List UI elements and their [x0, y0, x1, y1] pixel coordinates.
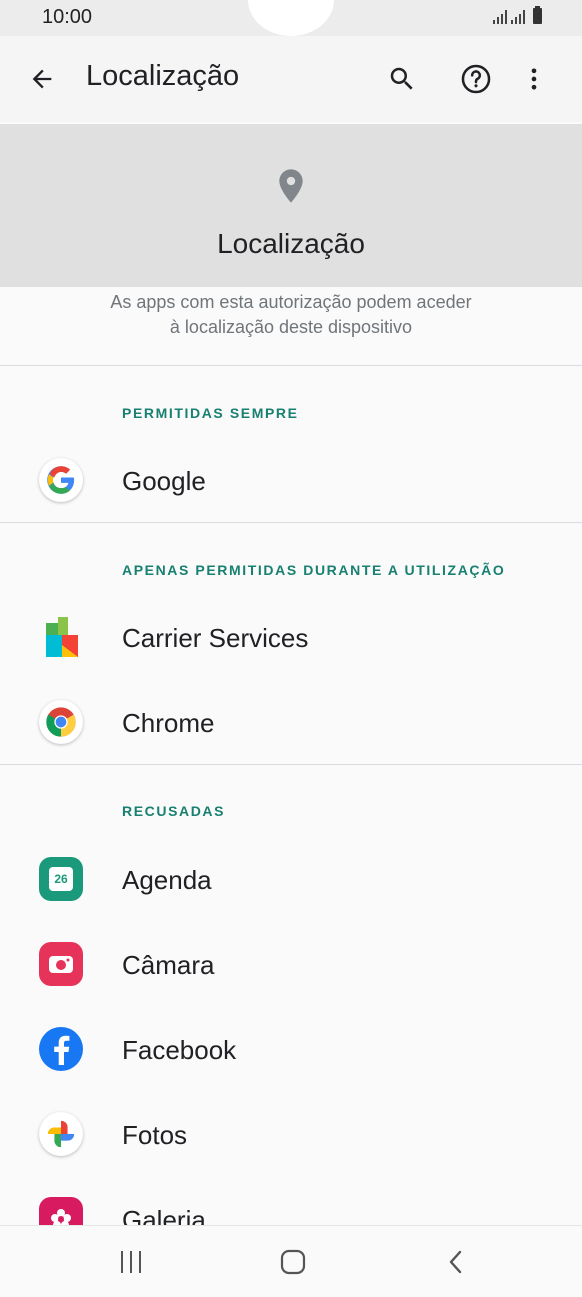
more-vert-icon	[531, 68, 537, 90]
permission-description: As apps com esta autorização podem acede…	[0, 290, 582, 340]
divider	[0, 365, 582, 366]
status-icons	[493, 6, 542, 24]
search-button[interactable]	[378, 55, 426, 103]
app-label: Agenda	[122, 865, 212, 895]
list-item-camara[interactable]: Câmara	[0, 922, 582, 1006]
calendar-icon: 26	[39, 857, 83, 901]
app-bar: Localização	[0, 36, 582, 122]
google-icon	[39, 458, 83, 502]
status-time: 10:00	[42, 6, 93, 28]
home-button[interactable]	[269, 1238, 317, 1286]
facebook-icon	[39, 1027, 83, 1071]
description-line-2: à localização deste dispositivo	[169, 317, 413, 337]
description-line-1: As apps com esta autorização podem acede…	[110, 292, 472, 312]
help-button[interactable]	[452, 55, 500, 103]
camera-icon	[39, 942, 83, 986]
nav-back-icon	[449, 1250, 462, 1274]
photos-icon	[39, 1112, 83, 1156]
app-label: Fotos	[122, 1120, 188, 1150]
battery-icon	[533, 6, 542, 24]
recents-icon	[121, 1251, 141, 1273]
signal-icon	[493, 8, 507, 24]
permission-header: Localização	[0, 124, 582, 287]
list-item-chrome[interactable]: Chrome	[0, 680, 582, 764]
calendar-badge: 26	[49, 867, 73, 891]
section-title-denied: RECUSADAS	[122, 803, 226, 819]
help-icon	[461, 64, 491, 94]
app-label: Câmara	[122, 950, 215, 980]
list-item-fotos[interactable]: Fotos	[0, 1092, 582, 1176]
arrow-left-icon	[32, 69, 52, 89]
list-item-agenda[interactable]: 26 Agenda	[0, 837, 582, 921]
carrier-services-icon	[39, 615, 83, 659]
list-item-facebook[interactable]: Facebook	[0, 1007, 582, 1091]
signal-icon	[511, 8, 525, 24]
page-title: Localização	[86, 60, 240, 92]
header-title: Localização	[217, 228, 365, 259]
recents-button[interactable]	[107, 1238, 155, 1286]
section-title-while-using: APENAS PERMITIDAS DURANTE A UTILIZAÇÃO	[122, 562, 506, 578]
app-label: Google	[122, 466, 206, 496]
app-label: Carrier Services	[122, 623, 309, 653]
divider	[0, 764, 582, 765]
section-title-always: PERMITIDAS SEMPRE	[122, 405, 299, 421]
more-options-button[interactable]	[510, 55, 558, 103]
home-icon	[280, 1249, 306, 1275]
navigation-bar	[0, 1225, 582, 1297]
app-label: Chrome	[122, 708, 215, 738]
list-item-carrier-services[interactable]: Carrier Services	[0, 595, 582, 679]
list-item-google[interactable]: Google	[0, 438, 582, 522]
chrome-icon	[39, 700, 83, 744]
divider	[0, 522, 582, 523]
nav-back-button[interactable]	[432, 1238, 480, 1286]
back-button[interactable]	[18, 55, 66, 103]
location-pin-icon	[279, 169, 303, 203]
search-icon	[390, 67, 413, 90]
app-label: Facebook	[122, 1035, 237, 1065]
